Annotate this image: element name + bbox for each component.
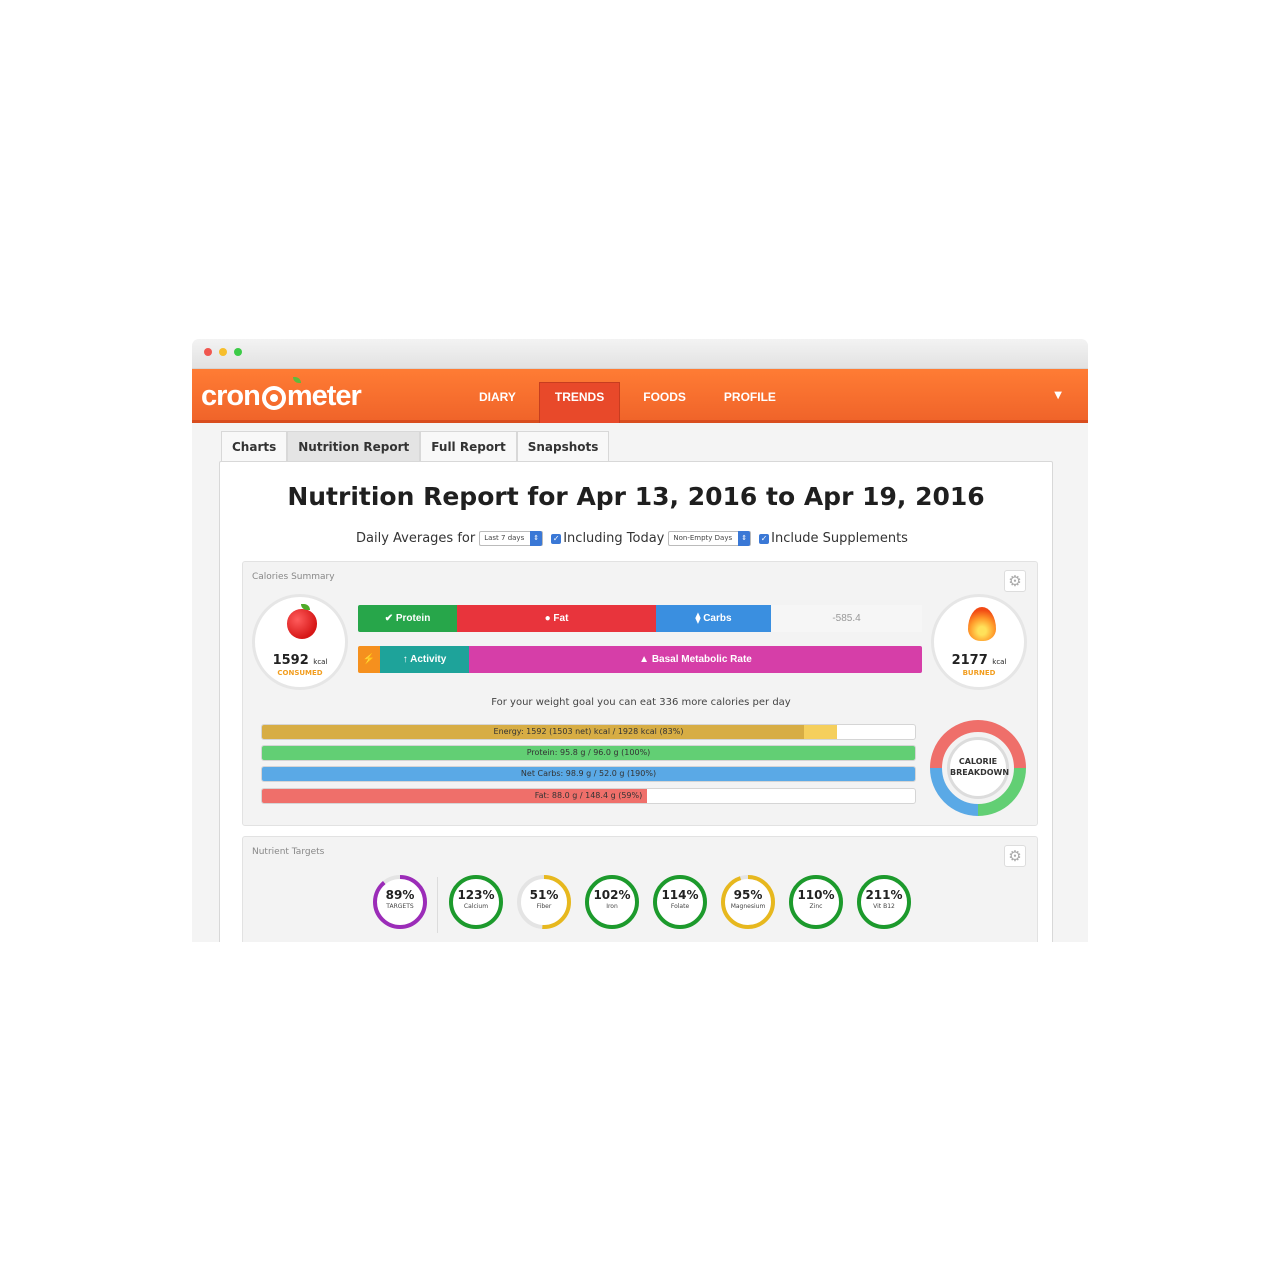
days-select[interactable]: Non-Empty Days ⇕ [668, 531, 752, 546]
tab-nutrition-report[interactable]: Nutrition Report [287, 431, 421, 461]
ring-percent: 102% [593, 888, 631, 902]
account-menu-caret-icon[interactable]: ▼ [1054, 390, 1062, 401]
nutrient-ring-zinc[interactable]: 110% Zinc [787, 873, 845, 931]
protein-calorie-bar[interactable]: ✔ Protein [358, 605, 457, 632]
net-carbs-target-bar[interactable]: Net Carbs: 98.9 g / 52.0 g (190%) [261, 766, 916, 782]
page-title: Nutrition Report for Apr 13, 2016 to Apr… [287, 482, 985, 511]
ring-percent: 114% [661, 888, 699, 902]
figure-icon: ↑ [402, 654, 408, 665]
report-controls: Daily Averages for Last 7 days ⇕ ✓ Inclu… [356, 531, 908, 546]
gear-icon[interactable]: ⚙ [1004, 845, 1026, 867]
nutrient-ring-vit-b12[interactable]: 211% Vit B12 [855, 873, 913, 931]
running-icon: ⚡ [362, 654, 376, 665]
main-nav: DIARY TRENDS FOODS PROFILE [464, 369, 799, 423]
fire-icon: ▲ [639, 654, 650, 665]
ring-label: Iron [606, 903, 618, 910]
bmr-bar[interactable]: ▲ Basal Metabolic Rate [469, 646, 922, 673]
ring-label: Zinc [809, 903, 823, 910]
report-subtabs: Charts Nutrition Report Full Report Snap… [221, 431, 610, 461]
calories-summary-card: Calories Summary ⚙ 1592 kcal CONSUMED 21… [242, 561, 1038, 826]
report-panel: Nutrition Report for Apr 13, 2016 to Apr… [219, 461, 1053, 942]
energy-target-label: Energy: 1592 (1503 net) kcal / 1928 kcal… [493, 727, 684, 736]
tab-full-report[interactable]: Full Report [420, 431, 517, 461]
ring-percent: 211% [865, 888, 903, 902]
calorie-deficit-bar: -585.4 [771, 605, 922, 632]
select-arrow-icon: ⇕ [530, 531, 543, 546]
protein-target-bar[interactable]: Protein: 95.8 g / 96.0 g (100%) [261, 745, 916, 761]
nutrient-targets-title: Nutrient Targets [252, 847, 325, 857]
targets-separator [437, 877, 438, 933]
ring-label: Vit B12 [873, 903, 895, 910]
consumed-label: CONSUMED [277, 669, 323, 677]
close-window-dot[interactable] [204, 348, 212, 356]
ring-percent: 89% [385, 888, 415, 902]
grain-icon: ⧫ [695, 613, 701, 624]
including-today-label: Including Today [563, 531, 665, 546]
net-carbs-target-label: Net Carbs: 98.9 g / 52.0 g (190%) [520, 769, 657, 778]
ring-percent: 110% [797, 888, 835, 902]
logo-o-icon [261, 386, 286, 410]
burned-bubble: 2177 kcal BURNED [931, 594, 1027, 690]
ring-label: Calcium [463, 903, 489, 910]
ring-percent: 51% [529, 888, 559, 902]
fat-calorie-bar[interactable]: ● Fat [457, 605, 656, 632]
fat-target-label: Fat: 88.0 g / 148.4 g (59%) [534, 791, 643, 800]
nutrient-ring-calcium[interactable]: 123% Calcium [447, 873, 505, 931]
nutrient-targets-row: 89% TARGETS 123% Calcium 51% Fiber 102% Iron 114… [371, 873, 911, 933]
select-arrow-icon: ⇕ [738, 531, 751, 546]
nutrient-ring-fiber[interactable]: 51% Fiber [515, 873, 573, 931]
calorie-breakdown-donut[interactable]: CALORIE BREAKDOWN [930, 720, 1026, 816]
flame-icon [968, 607, 996, 641]
burned-kcal: 2177 kcal [951, 653, 1007, 668]
ring-label: TARGETS [386, 903, 414, 910]
burned-label: BURNED [962, 669, 996, 677]
top-navigation-bar: cron meter DIARY TRENDS FOODS PROFILE ▼ [192, 369, 1088, 423]
ring-percent: 95% [733, 888, 763, 902]
minimize-window-dot[interactable] [219, 348, 227, 356]
calorie-breakdown-button[interactable]: CALORIE BREAKDOWN [947, 737, 1009, 799]
ring-label: Magnesium [730, 903, 766, 910]
carbs-calorie-bar[interactable]: ⧫ Carbs [656, 605, 771, 632]
include-supplements-label: Include Supplements [771, 531, 908, 546]
apple-icon [287, 609, 317, 639]
nutrient-ring-magnesium[interactable]: 95% Magnesium [719, 873, 777, 931]
exercise-bar[interactable]: ⚡ [358, 646, 380, 673]
nav-foods[interactable]: FOODS [628, 369, 701, 423]
nutrient-targets-card: Nutrient Targets ⚙ 89% TARGETS 123% Calcium… [242, 836, 1038, 942]
tab-charts[interactable]: Charts [221, 431, 288, 461]
nav-trends[interactable]: TRENDS [538, 382, 621, 423]
ring-percent: 123% [457, 888, 495, 902]
tab-snapshots[interactable]: Snapshots [516, 431, 610, 461]
weight-goal-text: For your weight goal you can eat 336 mor… [491, 697, 791, 708]
range-select-value: Last 7 days [484, 534, 525, 542]
nutrient-ring-folate[interactable]: 114% Folate [651, 873, 709, 931]
maximize-window-dot[interactable] [234, 348, 242, 356]
check-icon: ✔ [384, 613, 394, 624]
including-today-checkbox[interactable]: ✓ [551, 533, 562, 544]
drop-icon: ● [544, 613, 551, 624]
consumed-kcal: 1592 kcal [272, 653, 328, 668]
ring-label: Folate [670, 903, 690, 910]
nav-diary[interactable]: DIARY [464, 369, 531, 423]
cronometer-logo[interactable]: cron meter [201, 377, 362, 413]
consumed-bubble: 1592 kcal CONSUMED [252, 594, 348, 690]
logo-text-right: meter [286, 379, 362, 412]
ring-label: Fiber [536, 903, 552, 910]
range-select[interactable]: Last 7 days ⇕ [479, 531, 544, 546]
daily-averages-label: Daily Averages for [356, 531, 476, 546]
logo-text-left: cron [201, 379, 261, 412]
activity-bar[interactable]: ↑ Activity [380, 646, 469, 673]
nav-profile[interactable]: PROFILE [709, 369, 791, 423]
calories-summary-title: Calories Summary [252, 572, 335, 582]
days-select-value: Non-Empty Days [673, 534, 733, 542]
gear-icon[interactable]: ⚙ [1004, 570, 1026, 592]
window-chrome [192, 339, 1088, 369]
targets-summary-ring[interactable]: 89% TARGETS [371, 873, 429, 931]
energy-target-bar[interactable]: Energy: 1592 (1503 net) kcal / 1928 kcal… [261, 724, 916, 740]
browser-window: cron meter DIARY TRENDS FOODS PROFILE ▼ … [192, 339, 1088, 942]
fat-target-bar[interactable]: Fat: 88.0 g / 148.4 g (59%) [261, 788, 916, 804]
protein-target-label: Protein: 95.8 g / 96.0 g (100%) [526, 748, 651, 757]
include-supplements-checkbox[interactable]: ✓ [759, 533, 770, 544]
nutrient-ring-iron[interactable]: 102% Iron [583, 873, 641, 931]
